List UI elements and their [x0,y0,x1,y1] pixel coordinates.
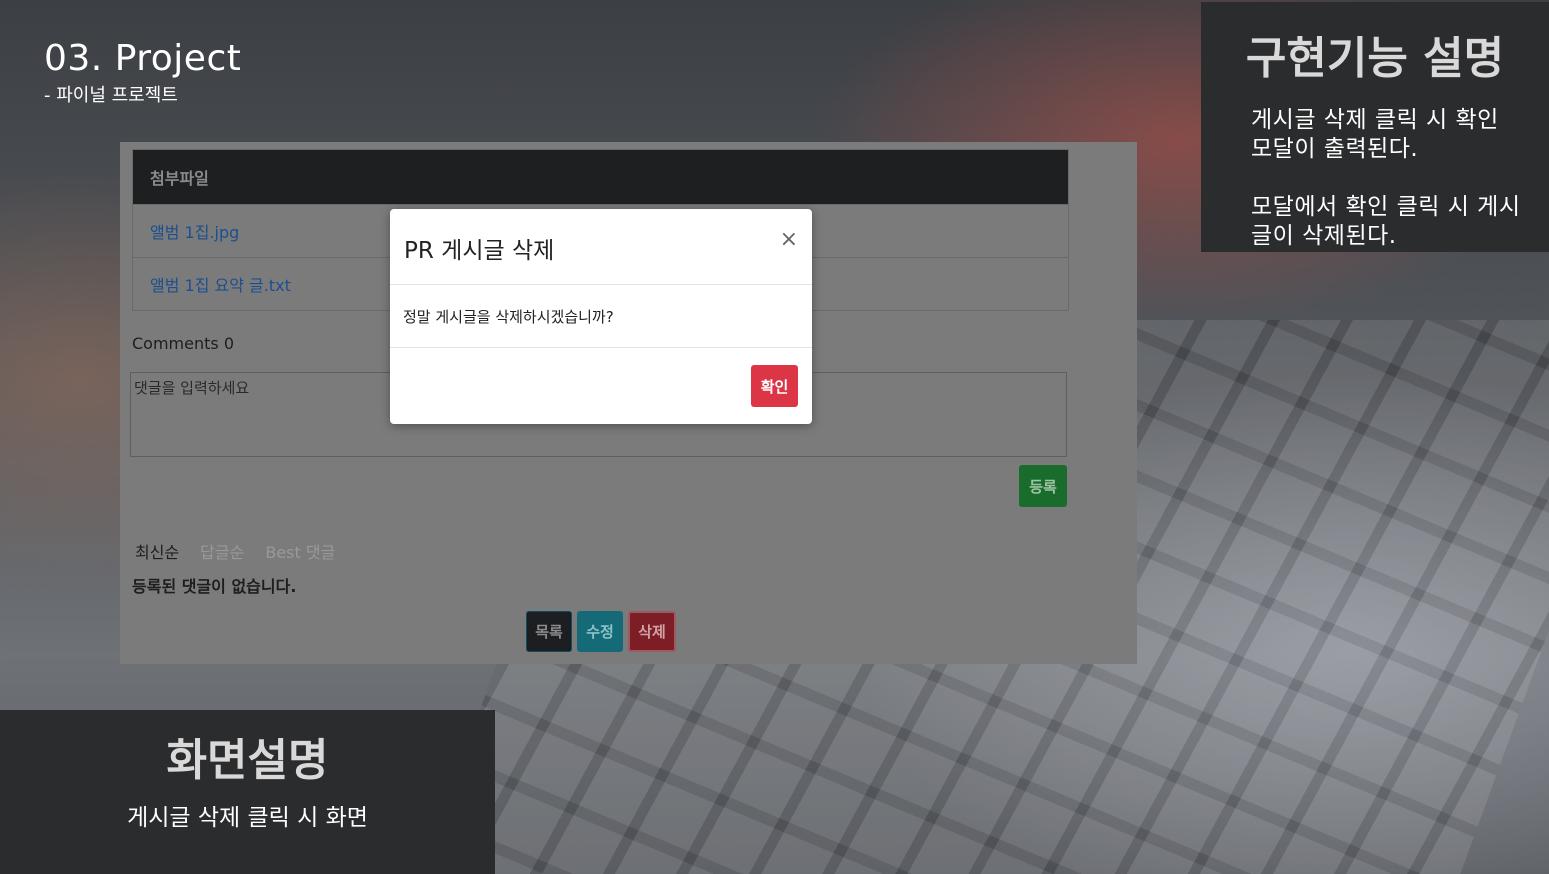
sort-tab-replies[interactable]: 답글순 [200,539,244,563]
edit-button[interactable]: 수정 [577,611,623,652]
feature-description-panel: 구현기능 설명 게시글 삭제 클릭 시 확인 모달이 출력된다. 모달에서 확인… [1201,2,1549,252]
sort-tab-best[interactable]: Best 댓글 [265,539,335,563]
attachments-header: 첨부파일 [133,150,1068,204]
confirm-button[interactable]: 확인 [751,365,798,407]
comment-sort-tabs: 최신순 답글순 Best 댓글 [135,539,335,563]
feature-desc-1: 게시글 삭제 클릭 시 확인 모달이 출력된다. [1251,107,1499,162]
comments-count: Comments 0 [132,334,234,353]
register-button[interactable]: 등록 [1019,465,1067,507]
modal-title: PR 게시글 삭제 [404,238,555,264]
no-comments-message: 등록된 댓글이 없습니다. [132,577,297,596]
screen-desc: 게시글 삭제 클릭 시 화면 [127,805,368,831]
slide-subtitle: - 파이널 프로젝트 [44,85,178,106]
modal-header: PR 게시글 삭제 × [390,209,812,285]
delete-confirm-modal: PR 게시글 삭제 × 정말 게시글을 삭제하시겠습니까? 확인 [390,209,812,424]
slide-title-main: 03. Project [44,38,242,79]
feature-heading: 구현기능 설명 [1245,33,1505,84]
close-icon[interactable]: × [780,227,798,252]
modal-footer: 확인 [390,348,812,423]
slide-title: 03. Project - 파이널 프로젝트 [44,38,241,107]
sort-tab-latest[interactable]: 최신순 [135,539,179,563]
modal-message: 정말 게시글을 삭제하시겠습니까? [390,285,812,348]
feature-desc-2: 모달에서 확인 클릭 시 게시글이 삭제된다. [1251,194,1521,249]
screen-description-panel: 화면설명 게시글 삭제 클릭 시 화면 [0,710,495,874]
app-screenshot: 첨부파일 앨범 1집.jpg 앨범 1집 요약 글.txt Comments 0… [120,142,1137,664]
delete-button[interactable]: 삭제 [628,611,676,652]
list-button[interactable]: 목록 [526,611,572,652]
screen-heading: 화면설명 [166,735,329,786]
